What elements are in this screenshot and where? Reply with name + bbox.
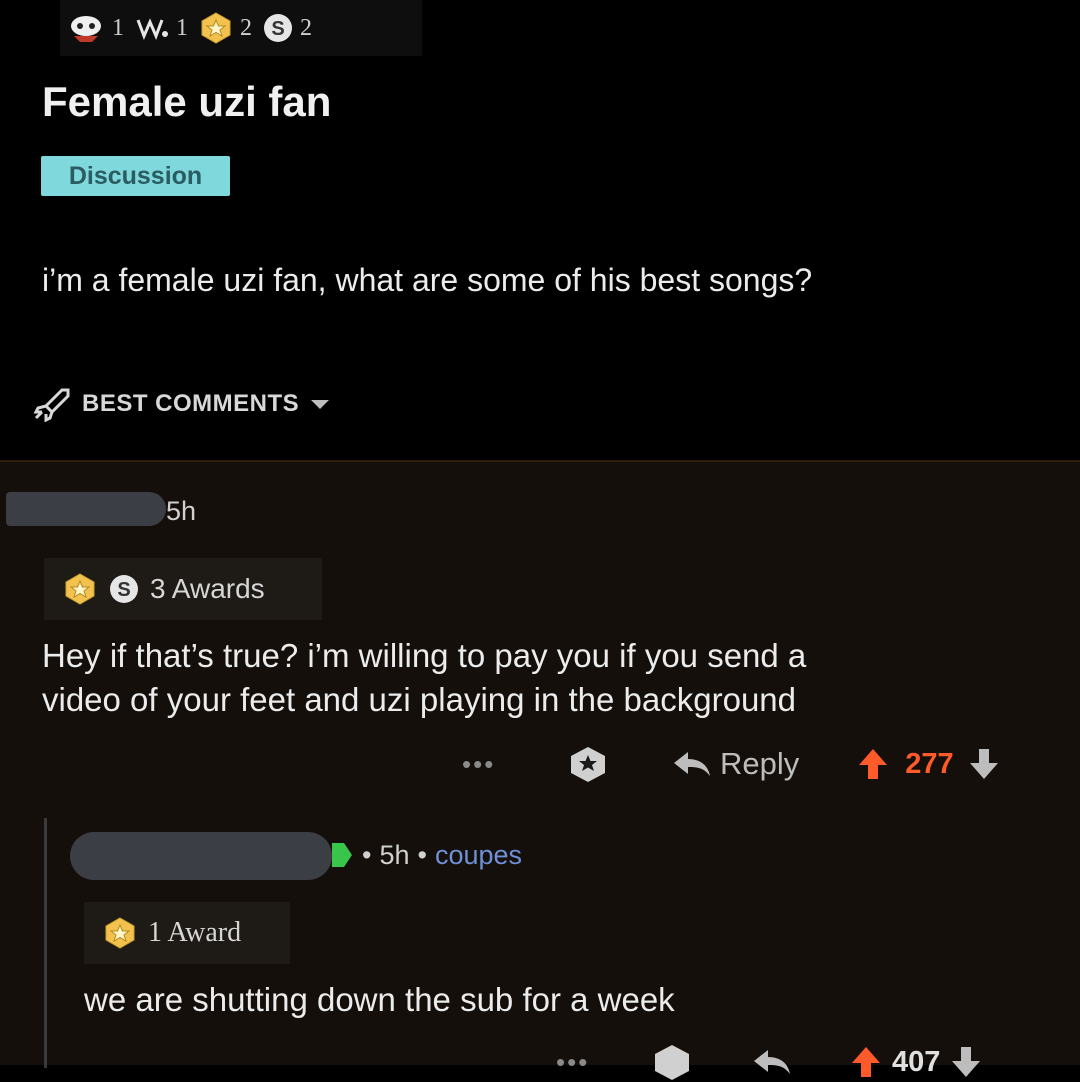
svg-text:S: S — [271, 18, 284, 40]
helpful-award-icon — [71, 16, 101, 42]
give-award-icon[interactable] — [566, 744, 610, 784]
caret-down-icon — [311, 400, 330, 409]
downvote-icon[interactable] — [950, 1045, 982, 1079]
comment-time: 5h — [379, 840, 410, 870]
downvote-icon[interactable] — [968, 747, 1000, 781]
sort-label: BEST COMMENTS — [82, 390, 300, 417]
comment-body: we are shutting down the sub for a week — [84, 981, 675, 1018]
more-options-button[interactable]: ••• — [556, 1047, 636, 1078]
comment-time: 5h — [166, 496, 197, 526]
awards-count: 1 Award — [148, 917, 242, 948]
comment-body-line: Hey if that’s true? i’m willing to pay y… — [42, 637, 807, 674]
vote-score: 407 — [892, 1045, 941, 1078]
redacted-username — [6, 492, 166, 526]
mod-badge-icon — [332, 843, 352, 867]
post-award-bar[interactable]: 1 1 2 S 2 — [60, 0, 422, 56]
more-options-button[interactable]: ••• — [462, 749, 552, 780]
comment-actions: ••• 407 — [556, 1042, 982, 1082]
upvote-icon[interactable] — [857, 747, 889, 781]
comment-awards[interactable]: S 3 Awards — [44, 558, 322, 620]
gold-star-award-icon — [105, 917, 135, 949]
vote-score: 277 — [905, 747, 954, 780]
meta-separator: • — [362, 840, 372, 870]
reply-arrow-icon — [674, 752, 710, 776]
user-flair[interactable]: coupes — [435, 840, 522, 871]
comment-body: Hey if that’s true? i’m willing to pay y… — [42, 634, 806, 722]
silver-s-award-icon: S — [264, 14, 292, 42]
reply-arrow-icon[interactable] — [750, 1047, 792, 1077]
rocket-icon — [33, 388, 70, 422]
gold-star-award-icon — [201, 12, 231, 44]
awards-count: 3 Awards — [150, 573, 265, 604]
post-title[interactable]: Female uzi fan — [42, 78, 331, 126]
post-container: 1 1 2 S 2 Female uzi fan Discussion i’m … — [0, 0, 1080, 460]
post-body: i’m a female uzi fan, what are some of h… — [42, 262, 813, 298]
reply-label: Reply — [720, 746, 800, 781]
post-flair[interactable]: Discussion — [41, 156, 230, 196]
reply-meta: • 5h • coupes — [362, 840, 522, 871]
give-award-icon[interactable] — [650, 1042, 694, 1082]
silver-s-award-icon: S — [110, 575, 138, 603]
award-2: 1 — [134, 14, 188, 42]
comments-section: 5h S 3 Awards Hey if that’s true? i’m wi… — [0, 462, 1080, 1080]
comment-sort-dropdown[interactable]: BEST COMMENTS — [32, 386, 331, 422]
thread-indent-line — [44, 818, 47, 1068]
award-4: S 2 — [262, 12, 312, 44]
comment-awards[interactable]: 1 Award — [84, 902, 290, 964]
upvote-icon[interactable] — [850, 1045, 882, 1079]
svg-text:S: S — [117, 579, 130, 601]
award-1: 1 — [66, 12, 124, 44]
gold-star-award-icon — [65, 573, 95, 605]
comment-actions: ••• Reply 277 — [462, 744, 1000, 784]
wholesome-award-icon — [136, 18, 168, 41]
meta-separator: • — [417, 840, 427, 870]
comment-body-line: video of your feet and uzi playing in th… — [42, 681, 797, 718]
reply-button[interactable]: Reply — [670, 746, 799, 782]
redacted-username — [70, 832, 332, 880]
award-3: 2 — [198, 11, 252, 45]
